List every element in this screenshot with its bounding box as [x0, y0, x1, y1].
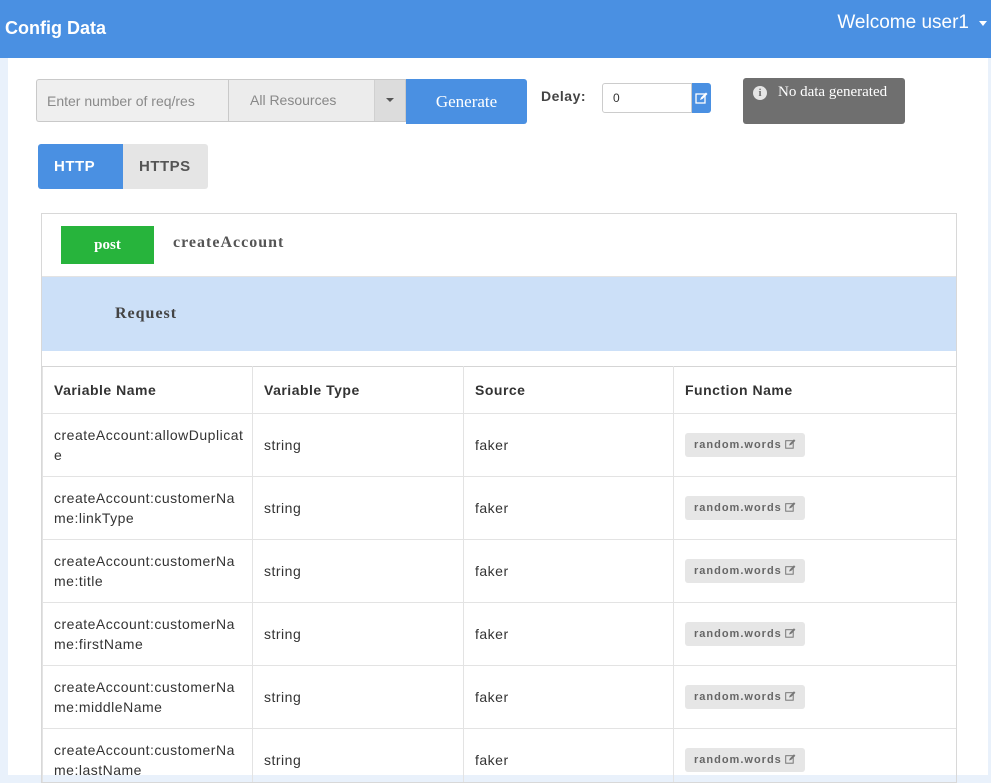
delay-label: Delay:: [541, 88, 586, 104]
info-icon: i: [753, 86, 767, 100]
protocol-tabs: HTTP HTTPS: [38, 144, 208, 189]
caret-down-icon: [979, 21, 987, 26]
column-header: Function Name: [674, 367, 958, 414]
request-section-header: Request: [42, 277, 956, 351]
function-tag[interactable]: random.words: [685, 433, 805, 457]
table-row: createAccount:customerName:middleName st…: [43, 666, 958, 729]
column-header: Source: [464, 367, 674, 414]
endpoint-header[interactable]: post createAccount: [42, 214, 956, 277]
app-title: Config Data: [5, 18, 106, 39]
edit-icon: [785, 565, 796, 575]
function-tag-label: random.words: [694, 502, 782, 514]
tab-https[interactable]: HTTPS: [123, 144, 208, 189]
edit-icon: [785, 691, 796, 701]
generate-button[interactable]: Generate: [406, 79, 527, 124]
table-row: createAccount:customerName:firstName str…: [43, 603, 958, 666]
function-tag[interactable]: random.words: [685, 622, 805, 646]
function-tag[interactable]: random.words: [685, 496, 805, 520]
select-arrow[interactable]: [374, 80, 405, 121]
variable-name-cell: createAccount:allowDuplicate: [43, 414, 253, 477]
variable-name-cell: createAccount:customerName:middleName: [43, 666, 253, 729]
variable-type-cell: string: [253, 540, 464, 603]
edit-icon: [785, 502, 796, 512]
function-tag[interactable]: random.words: [685, 748, 805, 772]
user-menu[interactable]: Welcome user1: [837, 12, 987, 34]
function-tag[interactable]: random.words: [685, 685, 805, 709]
variable-name-cell: createAccount:customerName:linkType: [43, 477, 253, 540]
method-badge: post: [61, 226, 154, 264]
top-bar: Config Data Welcome user1: [0, 0, 991, 58]
source-cell: faker: [464, 477, 674, 540]
function-tag-label: random.words: [694, 754, 782, 766]
request-count-input[interactable]: [36, 79, 228, 122]
variable-name-cell: createAccount:customerName:title: [43, 540, 253, 603]
variable-name-cell: createAccount:customerName:firstName: [43, 603, 253, 666]
function-name-cell: random.words: [674, 477, 958, 540]
section-title: Request: [115, 305, 177, 323]
source-cell: faker: [464, 540, 674, 603]
function-tag-label: random.words: [694, 565, 782, 577]
function-tag-label: random.words: [694, 628, 782, 640]
function-tag[interactable]: random.words: [685, 559, 805, 583]
source-cell: faker: [464, 666, 674, 729]
resource-select[interactable]: All Resources: [228, 79, 406, 122]
edit-icon: [695, 92, 708, 104]
edit-icon: [785, 754, 796, 764]
source-cell: faker: [464, 414, 674, 477]
function-name-cell: random.words: [674, 414, 958, 477]
variable-type-cell: string: [253, 477, 464, 540]
table-row: createAccount:customerName:linkType stri…: [43, 477, 958, 540]
delay-input[interactable]: [602, 83, 692, 113]
edit-icon: [785, 439, 796, 449]
welcome-label: Welcome user1: [837, 12, 969, 34]
status-text: No data generated: [778, 84, 887, 101]
variable-type-cell: string: [253, 414, 464, 477]
variable-type-cell: string: [253, 666, 464, 729]
table-row: createAccount:allowDuplicate string fake…: [43, 414, 958, 477]
column-header: Variable Name: [43, 367, 253, 414]
delay-edit-button[interactable]: [692, 83, 711, 113]
function-tag-label: random.words: [694, 691, 782, 703]
status-badge: i No data generated: [743, 78, 905, 124]
edit-icon: [785, 628, 796, 638]
function-name-cell: random.words: [674, 666, 958, 729]
table-header-row: Variable Name Variable Type Source Funct…: [43, 367, 958, 414]
endpoint-card: post createAccount Request Variable Name…: [41, 213, 957, 783]
tab-http[interactable]: HTTP: [38, 144, 123, 189]
function-name-cell: random.words: [674, 540, 958, 603]
variables-table: Variable Name Variable Type Source Funct…: [42, 366, 957, 783]
function-tag-label: random.words: [694, 439, 782, 451]
source-cell: faker: [464, 603, 674, 666]
resource-select-value: All Resources: [250, 92, 336, 108]
endpoint-name: createAccount: [173, 234, 284, 252]
column-header: Variable Type: [253, 367, 464, 414]
table-row: createAccount:customerName:title string …: [43, 540, 958, 603]
function-name-cell: random.words: [674, 603, 958, 666]
caret-down-icon: [386, 98, 394, 102]
variable-type-cell: string: [253, 603, 464, 666]
main-panel: All Resources Generate Delay: i No data …: [8, 58, 988, 775]
